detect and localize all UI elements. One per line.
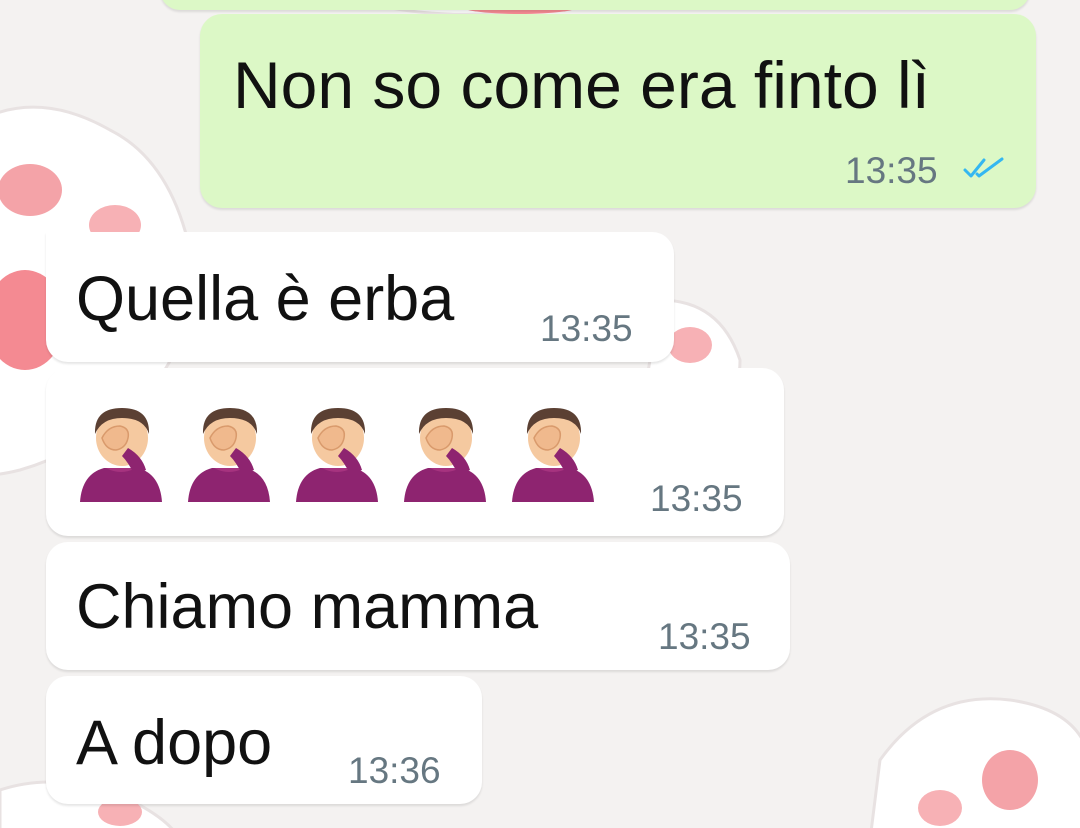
message-text: Quella è erba [76,264,455,334]
message-text: Non so come era finto lì [233,48,930,122]
message-time: 13:35 [658,616,751,657]
outgoing-message-bubble[interactable]: Non so come era finto lì 13:35 [200,14,1036,208]
man-facepalming-icon [296,408,378,502]
message-text: A dopo [76,708,273,778]
message-time: 13:36 [348,750,441,791]
man-facepalming-icon [188,408,270,502]
man-facepalming-icon [80,408,162,502]
incoming-message-bubble[interactable]: Quella è erba 13:35 [46,232,674,362]
incoming-message-bubble[interactable]: A dopo 13:36 [46,676,482,804]
emoji-row [76,404,598,502]
man-facepalming-icon [512,408,594,502]
message-text: Chiamo mamma [76,572,539,642]
double-check-icon [963,157,1004,178]
message-time: 13:35 [540,308,633,349]
man-facepalming-icon [404,408,486,502]
incoming-message-bubble[interactable]: 13:35 [46,368,784,536]
message-time: 13:35 [650,478,743,519]
previous-message-bubble[interactable] [160,0,1030,10]
message-time: 13:35 [845,150,938,191]
incoming-message-bubble[interactable]: Chiamo mamma 13:35 [46,542,790,670]
